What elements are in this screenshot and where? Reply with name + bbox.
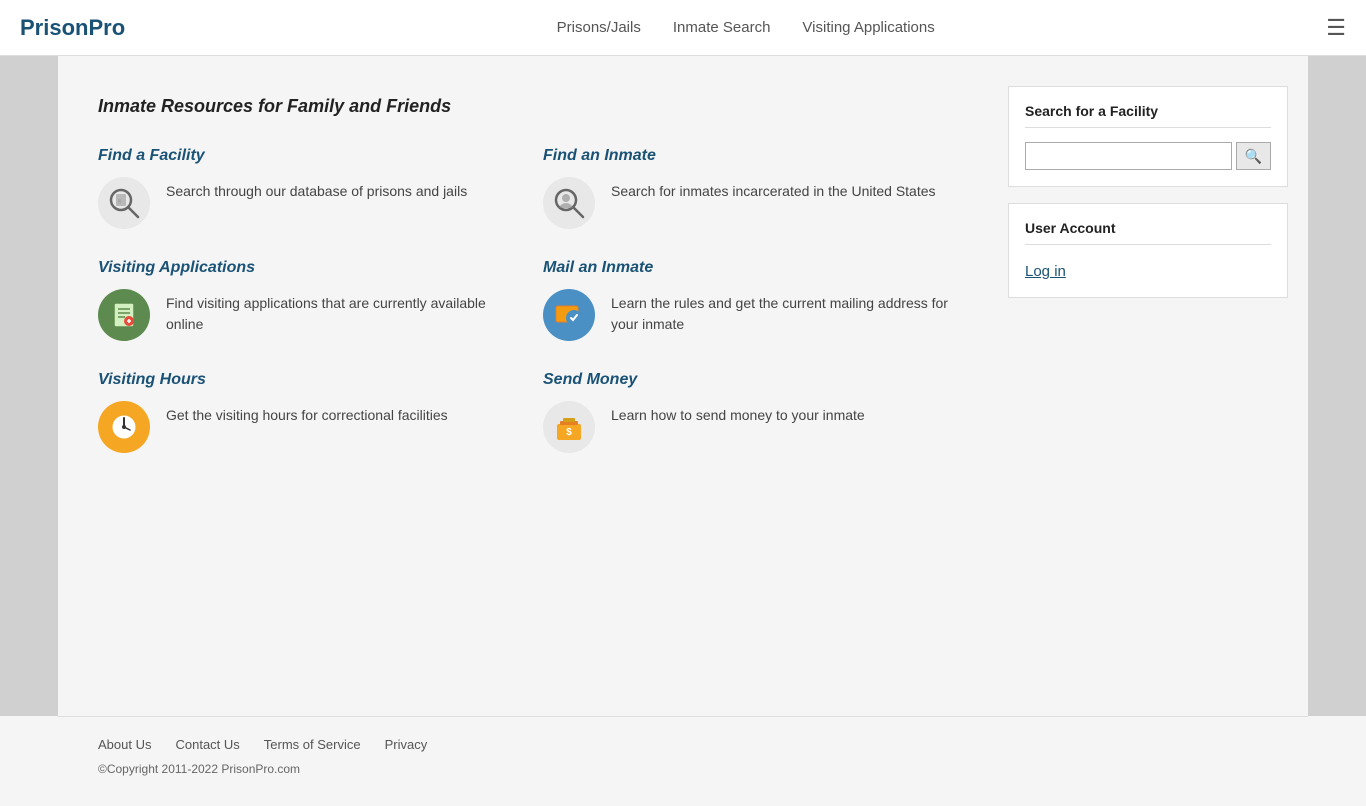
brand-logo[interactable]: PrisonPro [20,15,125,41]
outer-footer: About Us Contact Us Terms of Service Pri… [0,716,1366,806]
send-money-text: Learn how to send money to your inmate [611,405,865,426]
svg-text:$: $ [566,427,572,438]
sidebar: Search for a Facility 🔍 User Account Log… [1008,86,1288,696]
visiting-apps-title[interactable]: Visiting Applications [98,259,523,277]
page-wrapper: Inmate Resources for Family and Friends … [58,56,1308,716]
user-account-box: User Account Log in [1008,203,1288,298]
find-inmate-icon [543,177,595,229]
send-money-title[interactable]: Send Money [543,371,968,389]
mail-inmate-icon [543,289,595,341]
visiting-apps-body: Find visiting applications that are curr… [98,289,523,341]
search-icon: 🔍 [1245,148,1262,164]
find-facility-item: Find a Facility Search through our datab… [98,147,523,229]
find-facility-body: Search through our database of prisons a… [98,177,523,229]
navbar: PrisonPro Prisons/Jails Inmate Search Vi… [0,0,1366,56]
footer-copyright: ©Copyright 2011-2022 PrisonPro.com [98,762,1268,776]
user-account-title: User Account [1025,220,1271,245]
features-grid: Find a Facility Search through our datab… [98,147,968,453]
facility-search-row: 🔍 [1025,142,1271,170]
footer-links: About Us Contact Us Terms of Service Pri… [98,737,1268,752]
main-content: Inmate Resources for Family and Friends … [78,86,988,696]
facility-search-button[interactable]: 🔍 [1236,142,1271,170]
visiting-hours-title[interactable]: Visiting Hours [98,371,523,389]
mail-inmate-title[interactable]: Mail an Inmate [543,259,968,277]
send-money-item: Send Money $ Learn how to send money to … [543,371,968,453]
visiting-apps-icon [98,289,150,341]
visiting-apps-item: Visiting Applications Find v [98,259,523,341]
footer: About Us Contact Us Terms of Service Pri… [58,716,1308,786]
inmate-search-link[interactable]: Inmate Search [673,19,771,36]
find-inmate-text: Search for inmates incarcerated in the U… [611,181,936,202]
visiting-hours-body: Get the visiting hours for correctional … [98,401,523,453]
mail-inmate-body: Learn the rules and get the current mail… [543,289,968,341]
footer-about-link[interactable]: About Us [98,737,151,752]
page-title: Inmate Resources for Family and Friends [98,96,968,117]
visiting-apps-text: Find visiting applications that are curr… [166,293,523,335]
find-inmate-body: Search for inmates incarcerated in the U… [543,177,968,229]
nav-links: Prisons/Jails Inmate Search Visiting App… [165,19,1326,36]
footer-contact-link[interactable]: Contact Us [175,737,239,752]
mail-inmate-item: Mail an Inmate Learn the rules and get t… [543,259,968,341]
find-inmate-title[interactable]: Find an Inmate [543,147,968,165]
visiting-hours-item: Visiting Hours Get the visiting hours fo… [98,371,523,453]
visiting-hours-icon [98,401,150,453]
find-inmate-item: Find an Inmate Search for inmates incarc… [543,147,968,229]
send-money-body: $ Learn how to send money to your inmate [543,401,968,453]
prisons-jails-link[interactable]: Prisons/Jails [557,19,641,36]
hamburger-icon[interactable]: ☰ [1326,15,1346,41]
facility-search-title: Search for a Facility [1025,103,1271,128]
find-facility-title[interactable]: Find a Facility [98,147,523,165]
footer-privacy-link[interactable]: Privacy [385,737,428,752]
send-money-icon: $ [543,401,595,453]
find-facility-text: Search through our database of prisons a… [166,181,467,202]
footer-terms-link[interactable]: Terms of Service [264,737,361,752]
visiting-applications-link[interactable]: Visiting Applications [802,19,934,36]
login-link[interactable]: Log in [1025,263,1066,280]
facility-search-input[interactable] [1025,142,1232,170]
find-facility-icon [98,177,150,229]
mail-inmate-text: Learn the rules and get the current mail… [611,293,968,335]
facility-search-box: Search for a Facility 🔍 [1008,86,1288,187]
visiting-hours-text: Get the visiting hours for correctional … [166,405,448,426]
